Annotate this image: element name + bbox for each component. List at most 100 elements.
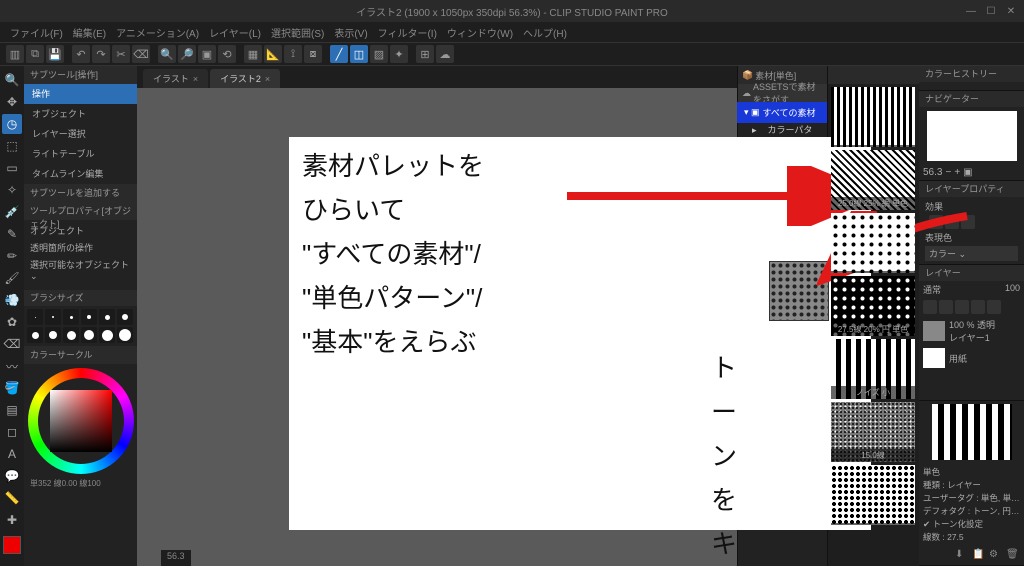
navigator-title: ナビゲーター xyxy=(919,91,1024,107)
close-button[interactable]: ✕ xyxy=(1002,4,1020,18)
pen-tool[interactable]: ✎ xyxy=(2,224,22,244)
blend-tool[interactable]: 〰 xyxy=(2,356,22,376)
layer-icon[interactable] xyxy=(971,300,985,314)
main-toolbar: ▥ ⧉ 💾 ↶ ↷ ✂ ⌫ 🔍 🔎 ▣ ⟲ ▦ 📐 ⟟ ⧇ ╱ ◫ ▨ ✦ ⊞ … xyxy=(0,42,1024,66)
undo-icon[interactable]: ↶ xyxy=(72,45,90,63)
toolprop-row-transparent[interactable]: 透明箇所の操作 xyxy=(30,241,131,254)
zoom-fit-icon[interactable]: ▣ xyxy=(963,167,972,178)
automask-tool[interactable]: ✧ xyxy=(2,180,22,200)
assets-search[interactable]: ☁ ASSETSで素材をさがす xyxy=(738,84,827,102)
cloud-icon[interactable]: ☁ xyxy=(436,45,454,63)
brush-tool[interactable]: 🖌 xyxy=(2,268,22,288)
right-panels: カラーヒストリー ナビゲーター 56.3 − + ▣ レイヤープロパティ 効果 … xyxy=(919,66,1024,566)
menu-window[interactable]: ウィンドウ(W) xyxy=(443,23,517,42)
fill-tool[interactable]: 🪣 xyxy=(2,378,22,398)
brushsize-grid[interactable] xyxy=(24,306,137,346)
minimize-button[interactable]: — xyxy=(962,4,980,18)
layer-icon[interactable] xyxy=(939,300,953,314)
layer-icon[interactable] xyxy=(955,300,969,314)
layermove-tool[interactable]: ⬚ xyxy=(2,136,22,156)
pencil-tool[interactable]: ✏ xyxy=(2,246,22,266)
snap-grid-icon[interactable]: ▨ xyxy=(370,45,388,63)
menu-help[interactable]: ヘルプ(H) xyxy=(519,23,571,42)
add-subtool-button[interactable]: サブツールを追加する xyxy=(24,184,137,202)
subtool-timeline[interactable]: タイムライン編集 xyxy=(24,164,137,184)
snap-special-icon[interactable]: ✦ xyxy=(390,45,408,63)
navigator-thumb[interactable] xyxy=(927,111,1017,161)
tree-all-materials[interactable]: ▾ ▣ すべての素材 xyxy=(738,104,827,121)
color-circle[interactable] xyxy=(28,368,134,474)
paper-row[interactable]: 用紙 xyxy=(919,346,1024,370)
marquee-tool[interactable]: ▭ xyxy=(2,158,22,178)
subtool-layersel[interactable]: レイヤー選択 xyxy=(24,124,137,144)
material-thumb[interactable] xyxy=(831,213,915,273)
material-thumb[interactable]: 27.5線 20% 円 単色 xyxy=(831,276,915,336)
subtool-operation[interactable]: 操作 xyxy=(24,84,137,104)
menu-filter[interactable]: フィルター(I) xyxy=(374,23,441,42)
move-tool[interactable]: ✥ xyxy=(2,92,22,112)
ruler-icon[interactable]: 📐 xyxy=(264,45,282,63)
menu-layer[interactable]: レイヤー(L) xyxy=(205,23,265,42)
layer-icon[interactable] xyxy=(987,300,1001,314)
balloon-tool[interactable]: 💬 xyxy=(2,466,22,486)
material-thumb[interactable] xyxy=(831,87,915,147)
doc-tab-2[interactable]: イラスト2× xyxy=(210,69,280,88)
zoom-value: 56.3 xyxy=(923,167,942,178)
material-thumb[interactable]: 15.0線 xyxy=(831,402,915,462)
menu-edit[interactable]: 編集(E) xyxy=(69,23,110,42)
annot-left: 素材パレットを ひらいて "すべての素材"/ "単色パターン"/ "基本"をえら… xyxy=(302,144,484,364)
grad-tool[interactable]: ▤ xyxy=(2,400,22,420)
subtool-lighttable[interactable]: ライトテーブル xyxy=(24,144,137,164)
eraser-tool[interactable]: ⌫ xyxy=(2,334,22,354)
close-icon[interactable]: × xyxy=(265,74,270,84)
toolprop-row-selectable[interactable]: 選択可能なオブジェクト ⌄ xyxy=(30,258,131,282)
layer-row[interactable]: 100 % 透明 レイヤー1 xyxy=(919,316,1024,346)
layer-icon[interactable] xyxy=(923,300,937,314)
snap-line-icon[interactable]: ╱ xyxy=(330,45,348,63)
zoom-out-icon[interactable]: − xyxy=(945,167,951,178)
text-tool[interactable]: A xyxy=(2,444,22,464)
paste-icon[interactable]: 📋 xyxy=(972,549,986,563)
deco-tool[interactable]: ✿ xyxy=(2,312,22,332)
zoom-in-icon[interactable]: 🔍 xyxy=(158,45,176,63)
erase-icon[interactable]: ⌫ xyxy=(132,45,150,63)
close-icon[interactable]: × xyxy=(193,74,198,84)
new-icon[interactable]: ▥ xyxy=(6,45,24,63)
menu-anim[interactable]: アニメーション(A) xyxy=(112,23,203,42)
grid-icon[interactable]: ▦ xyxy=(244,45,262,63)
menu-view[interactable]: 表示(V) xyxy=(330,23,371,42)
shape-tool[interactable]: ◻ xyxy=(2,422,22,442)
snap1-icon[interactable]: ⟟ xyxy=(284,45,302,63)
subtool-object[interactable]: オブジェクト xyxy=(24,104,137,124)
trash-icon[interactable]: 🗑 xyxy=(1006,549,1020,563)
gear-icon[interactable]: ⚙ xyxy=(989,549,1003,563)
redo-icon[interactable]: ↷ xyxy=(92,45,110,63)
zoom-in-icon[interactable]: + xyxy=(954,167,960,178)
rotate-icon[interactable]: ⟲ xyxy=(218,45,236,63)
air-tool[interactable]: 💨 xyxy=(2,290,22,310)
maximize-button[interactable]: ☐ xyxy=(982,4,1000,18)
cut-icon[interactable]: ✂ xyxy=(112,45,130,63)
dropper-tool[interactable]: 💉 xyxy=(2,202,22,222)
assist-icon[interactable]: ⊞ xyxy=(416,45,434,63)
material-thumb[interactable]: ノイズ 小 xyxy=(831,339,915,399)
download-icon[interactable]: ⬇ xyxy=(955,549,969,563)
snap-persp-icon[interactable]: ◫ xyxy=(350,45,368,63)
snap2-icon[interactable]: ⧇ xyxy=(304,45,322,63)
magnify-tool[interactable]: 🔍 xyxy=(2,70,22,90)
opacity-value[interactable]: 100 xyxy=(1005,283,1020,296)
menu-select[interactable]: 選択範囲(S) xyxy=(267,23,328,42)
material-thumb[interactable] xyxy=(831,465,915,525)
zoom-out-icon[interactable]: 🔎 xyxy=(178,45,196,63)
material-thumb[interactable]: 25.0線 25% 網 単色 xyxy=(831,150,915,210)
foreground-swatch[interactable] xyxy=(3,536,21,554)
title-bar: イラスト2 (1900 x 1050px 350dpi 56.3%) - CLI… xyxy=(0,0,1024,22)
doc-tab-1[interactable]: イラスト× xyxy=(143,69,208,88)
open-icon[interactable]: ⧉ xyxy=(26,45,44,63)
operation-tool[interactable]: ◷ xyxy=(2,114,22,134)
save-icon[interactable]: 💾 xyxy=(46,45,64,63)
menu-file[interactable]: ファイル(F) xyxy=(6,23,67,42)
fit-icon[interactable]: ▣ xyxy=(198,45,216,63)
ruler-tool[interactable]: 📏 xyxy=(2,488,22,508)
correct-tool[interactable]: ✚ xyxy=(2,510,22,530)
